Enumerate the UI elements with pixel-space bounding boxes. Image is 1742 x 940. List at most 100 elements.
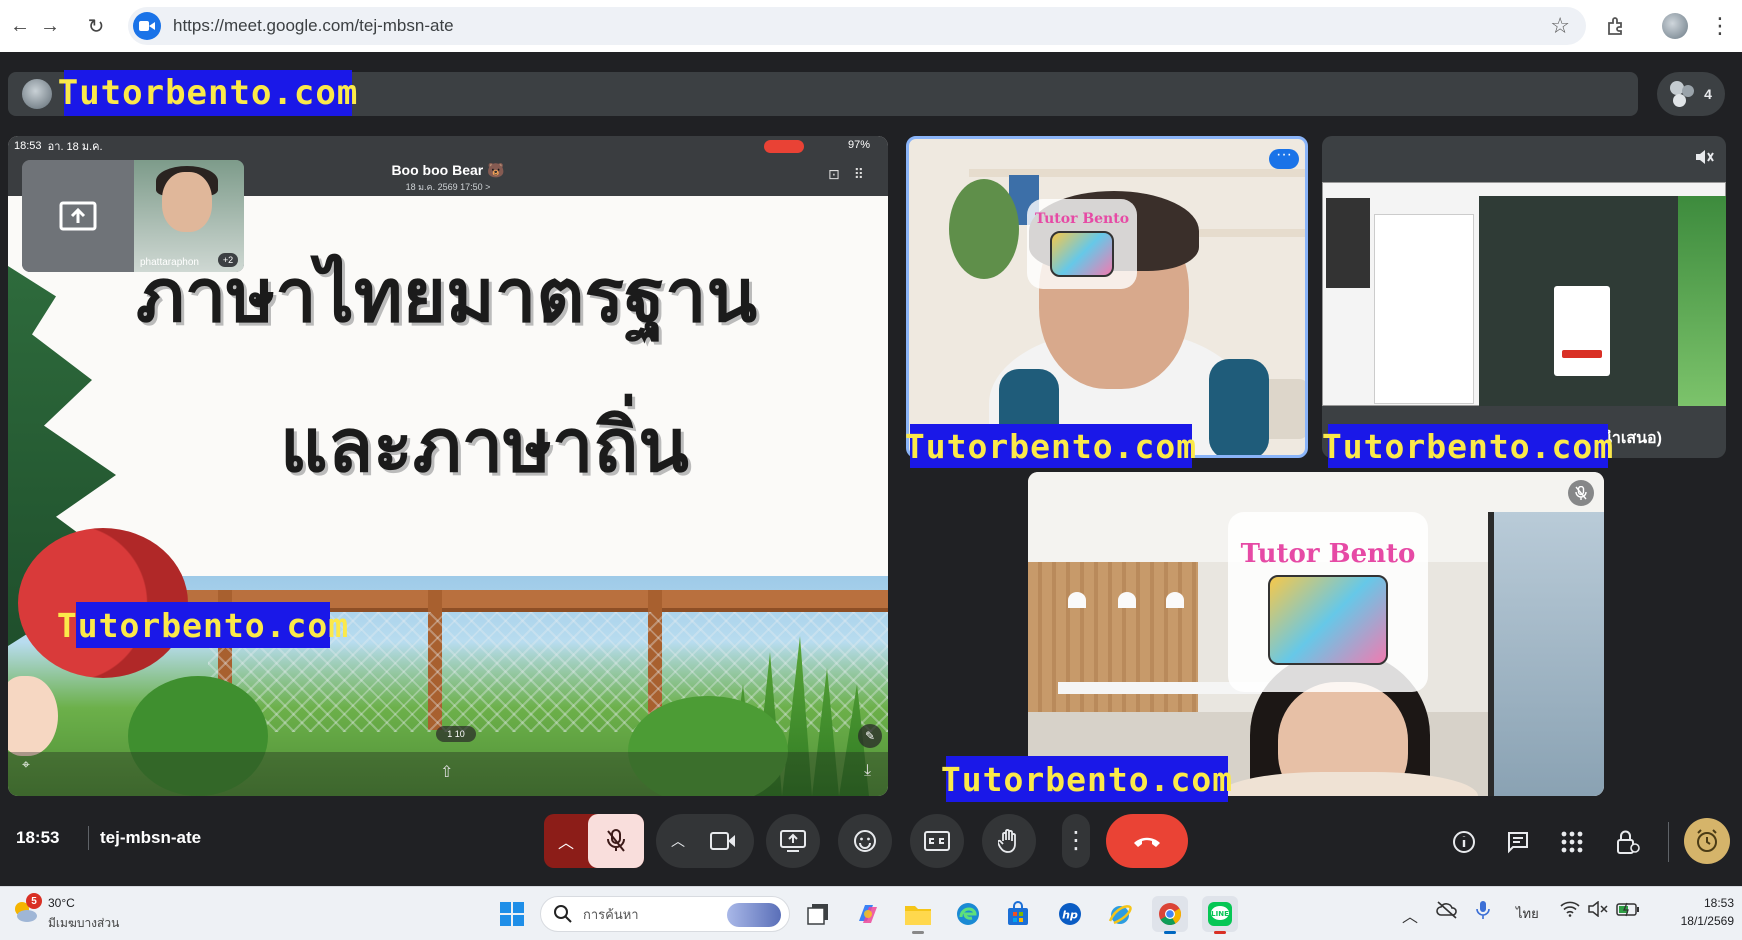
watermark-tile2: Tutorbento.com	[1322, 424, 1613, 468]
browser-menu-icon[interactable]: ⋮	[1708, 10, 1732, 42]
lamp	[1068, 592, 1086, 608]
tablet-status-bar: 18:53 อา. 18 ม.ค.	[8, 136, 888, 156]
download-icon[interactable]: ⤓	[864, 762, 871, 780]
mic-off-icon	[607, 829, 625, 852]
presenter-avatar	[22, 79, 52, 109]
office-window	[1488, 512, 1604, 796]
activities-button[interactable]	[1552, 822, 1592, 862]
temperature: 30°C	[48, 896, 75, 910]
plant	[949, 179, 1019, 279]
file-explorer-app[interactable]	[900, 896, 936, 934]
clock-date[interactable]: 18/1/2569	[1664, 914, 1734, 928]
svg-text:hp: hp	[1062, 909, 1078, 922]
participants-button[interactable]: 4	[1657, 72, 1725, 116]
meeting-details-button[interactable]	[1444, 822, 1484, 862]
reactions-button[interactable]	[838, 814, 892, 868]
chat-icon	[1508, 832, 1528, 854]
internet-explorer-icon	[1108, 905, 1132, 925]
lamp	[1118, 592, 1136, 608]
start-button[interactable]	[494, 896, 530, 932]
pencil-icon[interactable]: ✎	[858, 724, 882, 748]
tablet-date: อา. 18 ม.ค.	[47, 141, 103, 153]
onedrive-offline-icon[interactable]	[1436, 901, 1458, 922]
more-options-button[interactable]: ⋮	[1062, 814, 1090, 868]
tutor-bento-logo: Tutor Bento	[1027, 199, 1137, 289]
extensions-icon[interactable]	[1600, 10, 1632, 42]
hp-app[interactable]: hp	[1052, 896, 1088, 932]
timer-button[interactable]	[1684, 818, 1730, 864]
share-icon[interactable]: ⇧	[440, 762, 453, 782]
edge-app[interactable]	[950, 896, 986, 932]
watermark-tile1: Tutorbento.com	[905, 424, 1196, 468]
host-controls-button[interactable]	[1608, 822, 1648, 862]
wifi-icon[interactable]	[1560, 901, 1580, 920]
presenting-indicator	[22, 160, 134, 272]
microphone-in-use-icon[interactable]	[1476, 900, 1490, 923]
task-view-button[interactable]	[800, 896, 836, 932]
video-settings-chevron-up-icon[interactable]: ︿	[664, 814, 692, 868]
thumbnail-dialog	[1554, 286, 1610, 376]
volume-muted-icon[interactable]	[1588, 900, 1608, 920]
present-screen-icon	[780, 830, 806, 852]
forward-button[interactable]: →	[30, 6, 70, 46]
present-screen-button[interactable]	[766, 814, 820, 868]
camera-toggle-button[interactable]	[696, 814, 750, 868]
language-indicator[interactable]: ไทย	[1516, 903, 1539, 924]
running-indicator	[912, 931, 924, 934]
copilot-app[interactable]	[850, 896, 886, 932]
meeting-code: tej-mbsn-ate	[100, 828, 202, 847]
more-options-icon[interactable]: ···	[1269, 147, 1299, 169]
search-placeholder: การค้นหา	[583, 906, 639, 922]
profile-avatar[interactable]	[1662, 13, 1688, 39]
recording-indicator	[764, 140, 804, 153]
watermark-tile3: Tutorbento.com	[941, 756, 1232, 802]
clock-time[interactable]: 18:53	[1680, 896, 1734, 910]
address-bar[interactable]: https://meet.google.com/tej-mbsn-ate ☆	[128, 7, 1586, 45]
divider	[88, 826, 89, 850]
weather-description: มีเมฆบางส่วน	[48, 916, 120, 930]
reload-button[interactable]: ↻	[76, 6, 116, 46]
forward-arrow-icon: →	[40, 14, 60, 37]
chat-button[interactable]	[1498, 822, 1538, 862]
thumbnail-wallpaper	[1678, 196, 1726, 406]
line-app[interactable]: LINE	[1202, 896, 1238, 934]
pin-icon[interactable]: ⌖	[22, 756, 30, 773]
camera-control-group: ︿	[656, 814, 754, 868]
windows-taskbar: 5 30°C มีเมฆบางส่วน การค้นหา hp LINE ︿ ไ…	[0, 886, 1742, 940]
thumbnail-document	[1374, 214, 1474, 404]
hp-logo-icon: hp	[1059, 903, 1081, 925]
leave-call-button[interactable]	[1106, 814, 1188, 868]
windows-logo-icon	[500, 902, 524, 926]
mic-toggle-button[interactable]	[588, 814, 644, 868]
self-view-pip[interactable]: phattaraphon +2	[22, 160, 244, 272]
participants-avatars-icon	[1670, 81, 1696, 107]
doc-header-icons[interactable]: ⊡⠿	[828, 166, 878, 183]
battery-charging-icon[interactable]	[1616, 901, 1640, 920]
store-app[interactable]	[1000, 896, 1036, 932]
page-indicator: 1 10	[436, 726, 476, 742]
active-indicator	[1214, 931, 1226, 934]
lamp	[1166, 592, 1184, 608]
chrome-app[interactable]	[1152, 896, 1188, 934]
ie-app[interactable]	[1102, 896, 1138, 932]
info-icon	[1453, 831, 1475, 853]
participants-count: 4	[1704, 86, 1712, 102]
weather-alert-badge: 5	[26, 893, 42, 909]
meeting-time: 18:53	[16, 828, 60, 847]
raise-hand-button[interactable]	[982, 814, 1036, 868]
captions-button[interactable]	[910, 814, 964, 868]
thumbnail-dialog-button	[1562, 350, 1602, 358]
camera-icon	[710, 832, 735, 850]
search-icon	[554, 905, 572, 923]
presentation-tile[interactable]: ภาษาไทยมาตรฐาน และภาษาถิ่น 18:53 อา. 18 …	[8, 136, 888, 796]
audio-settings-chevron-up-icon[interactable]: ︿	[544, 814, 588, 868]
bookmark-star-icon[interactable]: ☆	[1550, 13, 1570, 39]
participant-tile-3[interactable]: Tutor Bento	[1028, 472, 1604, 796]
participant-tile-2[interactable]: นนำเสนอ)	[1322, 136, 1726, 458]
apps-grid-icon	[1561, 831, 1583, 853]
taskbar-search[interactable]: การค้นหา	[540, 896, 790, 932]
participant-tile-1[interactable]: Tutor Bento ···	[906, 136, 1308, 458]
search-highlight-art	[727, 903, 781, 927]
tray-overflow-chevron-icon[interactable]: ︿	[1402, 903, 1418, 927]
meet-top-bar: Tutorbento.com	[8, 70, 1638, 116]
